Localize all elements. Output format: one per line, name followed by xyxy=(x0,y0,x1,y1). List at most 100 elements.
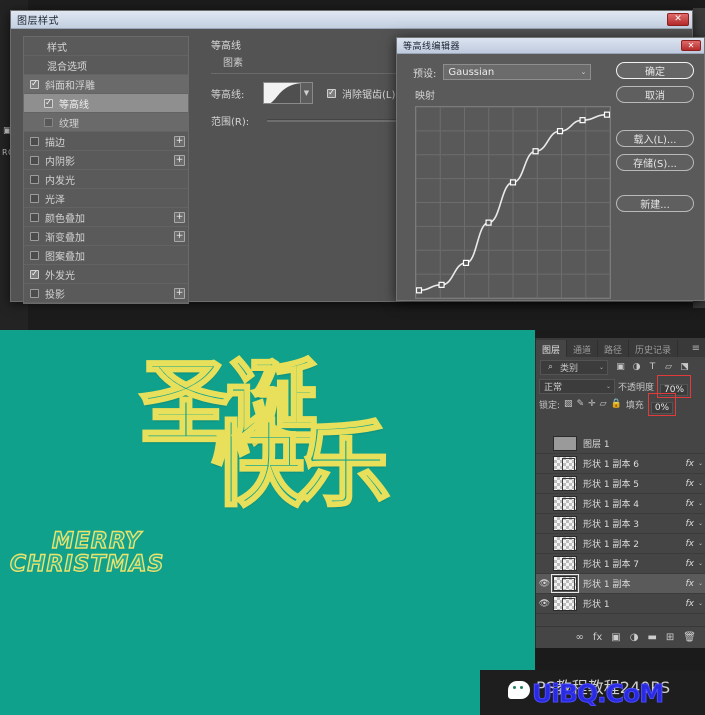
style-checkbox[interactable] xyxy=(30,212,39,222)
layer-thumbnail[interactable] xyxy=(553,476,577,491)
style-checkbox[interactable]: ✓ xyxy=(44,98,53,108)
link-icon[interactable]: ∞ xyxy=(575,632,583,643)
image-icon[interactable]: ▣ xyxy=(614,361,627,374)
fx-icon[interactable]: fx xyxy=(685,539,694,549)
layer-row[interactable]: 形状 1 副本 6 fx ⌄ xyxy=(536,454,705,474)
antialias-field[interactable]: ✓ 消除锯齿(L) xyxy=(327,86,395,101)
style-checkbox[interactable] xyxy=(30,174,39,184)
delete-icon[interactable]: 🗑 xyxy=(683,632,696,643)
tab-1[interactable]: 通道 xyxy=(567,340,599,357)
layer-row[interactable]: 👁 形状 1 副本 fx ⌄ xyxy=(536,574,705,594)
blend-mode-select[interactable]: 正常 ⌄ xyxy=(539,378,615,394)
brush-lock-icon[interactable]: ✎ xyxy=(577,399,585,409)
layer-thumbnail[interactable] xyxy=(553,516,577,531)
layer-thumbnail[interactable] xyxy=(553,436,577,451)
layer-row[interactable]: 图层 1 xyxy=(536,434,705,454)
layer-row[interactable]: 👁 形状 1 fx ⌄ xyxy=(536,594,705,614)
fx-icon[interactable]: fx xyxy=(685,479,694,489)
layer-thumbnail[interactable] xyxy=(553,456,577,471)
style-checkbox[interactable] xyxy=(30,250,39,260)
style-item-8[interactable]: 光泽 xyxy=(24,189,188,208)
adjustment-icon[interactable]: ◑ xyxy=(630,361,643,374)
chevron-down-icon[interactable]: ▼ xyxy=(301,82,313,104)
layer-style-titlebar[interactable]: 图层样式 ✕ xyxy=(11,11,692,29)
style-item-1[interactable]: 混合选项 xyxy=(24,56,188,75)
chevron-down-icon[interactable]: ⌄ xyxy=(698,460,703,467)
save-button[interactable]: 存储(S)... xyxy=(616,154,694,171)
shape-icon[interactable]: ▱ xyxy=(662,361,675,374)
layer-thumbnail[interactable] xyxy=(553,596,577,611)
mask-icon[interactable]: ▣ xyxy=(611,632,620,643)
style-item-9[interactable]: 颜色叠加 + xyxy=(24,208,188,227)
chevron-down-icon[interactable]: ⌄ xyxy=(698,580,703,587)
layer-row[interactable]: 形状 1 副本 5 fx ⌄ xyxy=(536,474,705,494)
style-checkbox[interactable]: ✓ xyxy=(30,269,39,279)
cancel-button[interactable]: 取消 xyxy=(616,86,694,103)
curve-graph[interactable] xyxy=(415,106,611,299)
expand-icon[interactable]: + xyxy=(174,212,185,223)
layer-thumbnail[interactable] xyxy=(553,536,577,551)
fill-value[interactable]: 0% xyxy=(650,401,674,414)
style-item-10[interactable]: 渐变叠加 + xyxy=(24,227,188,246)
style-checkbox[interactable] xyxy=(30,288,39,298)
expand-icon[interactable]: + xyxy=(174,231,185,242)
style-item-2[interactable]: ✓ 斜面和浮雕 xyxy=(24,75,188,94)
style-checkbox[interactable] xyxy=(30,136,39,146)
style-item-11[interactable]: 图案叠加 xyxy=(24,246,188,265)
style-checkbox[interactable] xyxy=(44,117,53,127)
close-icon[interactable]: ✕ xyxy=(667,13,689,26)
style-checkbox[interactable] xyxy=(30,231,39,241)
layer-thumbnail[interactable] xyxy=(553,556,577,571)
fx-icon[interactable]: fx xyxy=(685,499,694,509)
style-checkbox[interactable] xyxy=(30,193,39,203)
chevron-down-icon[interactable]: ⌄ xyxy=(698,560,703,567)
style-item-0[interactable]: 样式 xyxy=(24,37,188,56)
artboard-lock-icon[interactable]: ▱ xyxy=(600,399,607,409)
type-icon[interactable]: T xyxy=(646,361,659,374)
visibility-toggle-icon[interactable]: 👁 xyxy=(536,579,553,589)
style-checkbox[interactable]: ✓ xyxy=(30,79,39,89)
layer-row[interactable]: 形状 1 副本 7 fx ⌄ xyxy=(536,554,705,574)
style-item-5[interactable]: 描边 + xyxy=(24,132,188,151)
layer-row[interactable]: 形状 1 副本 3 fx ⌄ xyxy=(536,514,705,534)
new-button[interactable]: 新建... xyxy=(616,195,694,212)
style-item-12[interactable]: ✓ 外发光 xyxy=(24,265,188,284)
chevron-down-icon[interactable]: ⌄ xyxy=(698,540,703,547)
antialias-checkbox[interactable]: ✓ xyxy=(327,88,336,98)
layer-thumbnail[interactable] xyxy=(551,574,579,593)
tab-3[interactable]: 历史记录 xyxy=(629,340,679,357)
fx-icon[interactable]: fx xyxy=(685,599,694,609)
move-lock-icon[interactable]: ✛ xyxy=(588,399,596,409)
fx-icon[interactable]: fx xyxy=(685,579,694,589)
contour-editor-titlebar[interactable]: 等高线编辑器 ✕ xyxy=(397,38,704,54)
adjustment-icon[interactable]: ◑ xyxy=(630,632,639,643)
transparency-lock-icon[interactable]: ▨ xyxy=(564,399,573,409)
preset-select[interactable]: Gaussian ⌄ xyxy=(443,64,592,80)
fx-icon[interactable]: fx xyxy=(593,632,602,643)
style-item-7[interactable]: 内发光 xyxy=(24,170,188,189)
expand-icon[interactable]: + xyxy=(174,136,185,147)
layer-row[interactable]: 形状 1 副本 2 fx ⌄ xyxy=(536,534,705,554)
tab-0[interactable]: 图层 xyxy=(536,340,568,357)
all-lock-icon[interactable]: 🔒 xyxy=(611,399,622,409)
expand-icon[interactable]: + xyxy=(174,288,185,299)
layer-row[interactable]: 形状 1 副本 4 fx ⌄ xyxy=(536,494,705,514)
visibility-toggle-icon[interactable]: 👁 xyxy=(536,599,553,609)
new-layer-icon[interactable]: ⊞ xyxy=(666,632,674,643)
chevron-down-icon[interactable]: ⌄ xyxy=(698,520,703,527)
style-checkbox[interactable] xyxy=(30,155,39,165)
tab-2[interactable]: 路径 xyxy=(598,340,630,357)
fx-icon[interactable]: fx xyxy=(685,559,694,569)
style-item-13[interactable]: 投影 + xyxy=(24,284,188,303)
style-item-4[interactable]: 纹理 xyxy=(24,113,188,132)
load-button[interactable]: 载入(L)... xyxy=(616,130,694,147)
chevron-down-icon[interactable]: ⌄ xyxy=(698,480,703,487)
fx-icon[interactable]: fx xyxy=(685,519,694,529)
filter-kind-select[interactable]: ⌕ 类别 ⌄ xyxy=(540,359,608,375)
document-canvas[interactable]: 圣诞 快乐 MERRY CHRISTMAS xyxy=(0,330,535,670)
close-icon[interactable]: ✕ xyxy=(681,40,701,51)
ok-button[interactable]: 确定 xyxy=(616,62,694,79)
style-item-3[interactable]: ✓ 等高线 xyxy=(24,94,188,113)
panel-menu-icon[interactable]: ≡ xyxy=(692,343,705,357)
contour-preview[interactable] xyxy=(263,82,301,104)
